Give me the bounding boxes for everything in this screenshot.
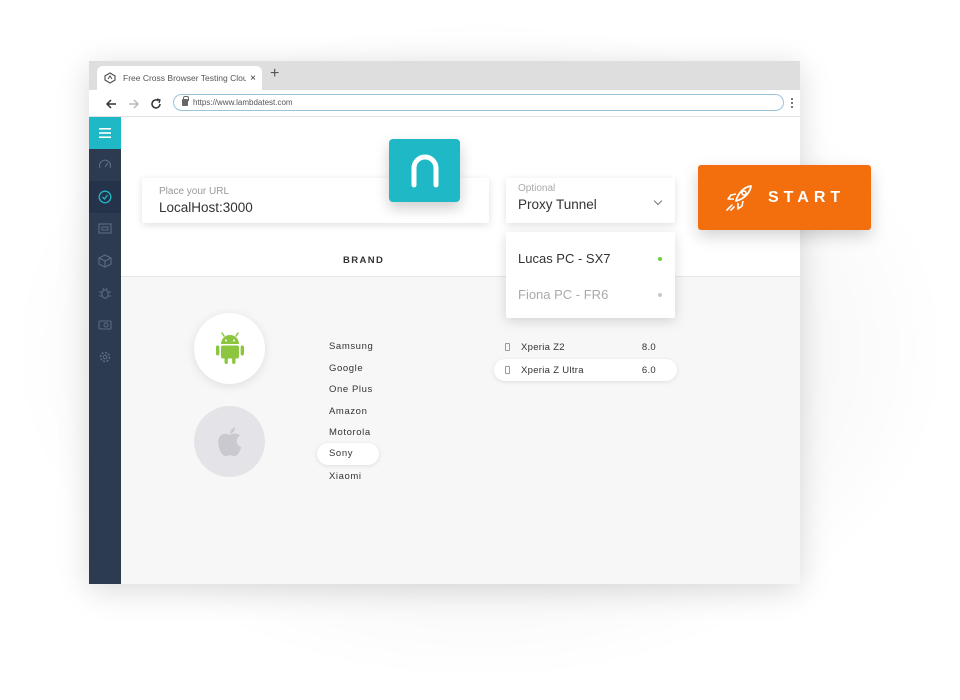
start-button-label: START	[768, 188, 846, 206]
camera-icon	[98, 320, 112, 330]
browser-tab[interactable]: Free Cross Browser Testing Clou ×	[97, 66, 262, 90]
phone-icon	[505, 343, 510, 351]
proxy-option-fiona[interactable]: Fiona PC - FR6	[518, 287, 668, 302]
clock-icon	[98, 190, 112, 204]
device-row-xperia-z2[interactable]: Xperia Z2 8.0	[494, 336, 677, 358]
back-arrow-icon[interactable]	[105, 98, 117, 110]
device-name: Xperia Z2	[521, 341, 565, 353]
brand-heading: BRAND	[343, 255, 385, 266]
tab-bar: Free Cross Browser Testing Clou × +	[89, 61, 800, 90]
status-dot-icon	[658, 293, 662, 297]
device-version: 8.0	[641, 341, 656, 353]
new-tab-button[interactable]: +	[270, 65, 279, 83]
start-button[interactable]: START	[698, 165, 871, 230]
sidebar-item-realtime[interactable]	[89, 181, 121, 213]
tab-title: Free Cross Browser Testing Clou	[123, 73, 247, 83]
arch-logo-icon	[411, 154, 438, 187]
hamburger-icon	[99, 128, 111, 138]
proxy-option-label: Lucas PC - SX7	[518, 251, 611, 266]
hamburger-menu-button[interactable]	[89, 117, 121, 149]
reload-icon[interactable]	[150, 98, 162, 110]
proxy-placeholder: Optional	[518, 183, 556, 194]
lambdatest-favicon-icon	[104, 72, 116, 84]
address-input[interactable]: https://www.lambdatest.com	[173, 94, 784, 111]
os-option-ios[interactable]	[194, 406, 265, 477]
status-dot-icon	[658, 257, 662, 261]
proxy-tunnel-select[interactable]: Optional Proxy Tunnel	[506, 178, 675, 223]
device-row-xperia-z-ultra[interactable]: Xperia Z Ultra 6.0	[494, 359, 677, 381]
apple-icon	[217, 427, 241, 456]
brand-item-xiaomi[interactable]: Xiaomi	[317, 468, 379, 490]
lambdatest-logo	[389, 139, 460, 202]
sidebar-item-screenshot[interactable]	[89, 213, 121, 245]
bug-icon	[99, 287, 111, 299]
brand-item-one-plus[interactable]: One Plus	[317, 381, 379, 403]
sidebar-item-settings[interactable]	[89, 341, 121, 373]
proxy-option-lucas[interactable]: Lucas PC - SX7	[518, 251, 668, 266]
phone-icon	[505, 366, 510, 374]
os-option-android[interactable]	[194, 313, 265, 384]
android-icon	[215, 331, 244, 364]
brand-item-amazon[interactable]: Amazon	[317, 403, 379, 425]
sidebar-item-dashboard[interactable]	[89, 149, 121, 181]
sidebar-item-integrations[interactable]	[89, 309, 121, 341]
cube-icon	[98, 254, 112, 268]
rocket-icon	[726, 184, 752, 211]
brand-item-google[interactable]: Google	[317, 360, 379, 382]
device-version: 6.0	[641, 364, 656, 376]
url-input-value: LocalHost:3000	[159, 200, 253, 215]
browser-menu-icon[interactable]	[791, 97, 793, 108]
screen-icon	[98, 223, 112, 234]
proxy-dropdown-menu: Lucas PC - SX7 Fiona PC - FR6	[506, 232, 675, 318]
gauge-icon	[98, 159, 112, 169]
forward-arrow-icon[interactable]	[128, 98, 140, 110]
brand-item-sony[interactable]: Sony	[317, 443, 379, 465]
gear-icon	[99, 351, 111, 363]
proxy-value: Proxy Tunnel	[518, 197, 597, 212]
brand-item-samsung[interactable]: Samsung	[317, 338, 379, 360]
lock-icon	[182, 96, 189, 106]
sidebar-item-responsive[interactable]	[89, 245, 121, 277]
address-bar: https://www.lambdatest.com	[89, 90, 800, 117]
stage: Free Cross Browser Testing Clou × + http…	[0, 0, 960, 700]
proxy-option-label: Fiona PC - FR6	[518, 287, 609, 302]
tab-close-icon[interactable]: ×	[250, 73, 256, 84]
device-name: Xperia Z Ultra	[521, 364, 584, 376]
sidebar-item-issues[interactable]	[89, 277, 121, 309]
address-text: https://www.lambdatest.com	[193, 98, 293, 107]
sidebar	[89, 117, 121, 584]
